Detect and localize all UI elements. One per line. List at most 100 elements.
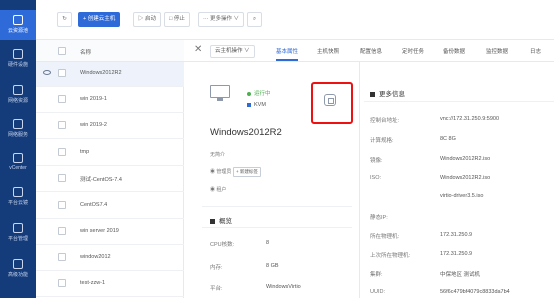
- list-item[interactable]: Windows2012R2: [36, 62, 184, 87]
- divider: [364, 101, 554, 102]
- search-icon: ⌕: [252, 16, 257, 22]
- refresh-button[interactable]: ↻: [57, 12, 72, 27]
- nav-item-platform-images[interactable]: 平台云镜: [0, 182, 36, 212]
- add-tag-button[interactable]: + 新建标签: [233, 167, 261, 177]
- tab-basic-properties[interactable]: 基本属性: [276, 47, 299, 61]
- info-value: 8C 8G: [440, 136, 456, 142]
- nav-item-network-resources[interactable]: 网络资源: [0, 80, 36, 110]
- nav-item-platform-management[interactable]: 平台管理: [0, 218, 36, 248]
- info-key: 镜像:: [370, 158, 383, 164]
- description-label: 无简介: [210, 152, 226, 158]
- detail-tabs: ✕ 云主机操作 ∨ 基本属性 主机快照 配置信息 定时任务 备份数据 监控数据 …: [184, 40, 554, 62]
- list-item[interactable]: win 2019-2: [36, 114, 184, 139]
- vm-operations-dropdown[interactable]: 云主机操作 ∨: [210, 45, 255, 58]
- section-icon: [210, 218, 215, 224]
- info-value: vnc://172.31.250.9:5900: [440, 116, 500, 122]
- row-checkbox[interactable]: [58, 95, 66, 103]
- left-nav: 云资源池 硬件设施 网络资源 网络服务 vCenter 平台云镜 平台管理 高级…: [0, 0, 36, 298]
- divider: [202, 227, 352, 228]
- kvm-icon: [247, 102, 251, 107]
- network-icon: [13, 85, 23, 95]
- monitor-icon: [210, 85, 230, 101]
- info-key: 控制台地址:: [370, 118, 400, 124]
- row-checkbox[interactable]: [58, 227, 66, 235]
- vm-name-title: Windows2012R2: [210, 127, 282, 138]
- info-value[interactable]: 172.31.250.9: [440, 251, 472, 257]
- info-value: Windows2012R2.iso: [440, 156, 491, 162]
- platform-label: 平台:: [210, 286, 223, 292]
- search-button[interactable]: ⌕: [247, 12, 262, 27]
- divider: [202, 206, 352, 207]
- service-icon: [13, 119, 23, 129]
- info-value: Windows2012R2.iso: [440, 175, 491, 181]
- row-checkbox[interactable]: [58, 69, 66, 77]
- close-icon[interactable]: ✕: [194, 44, 202, 55]
- tab-backup-data[interactable]: 备份数据: [443, 47, 465, 55]
- info-key: 集群:: [370, 272, 383, 278]
- row-checkbox[interactable]: [58, 253, 66, 261]
- section-icon: [370, 91, 375, 97]
- tab-configuration[interactable]: 配置信息: [360, 47, 382, 55]
- toolbar: ↻ + 创建云主机 ▷ 启动 □ 停止 ··· 更多操作 ∨ ⌕: [36, 0, 554, 40]
- list-item[interactable]: 测试-CentOS-7.4: [36, 167, 184, 192]
- nav-item-vcenter[interactable]: vCenter: [0, 148, 36, 178]
- info-value[interactable]: 中保地区 测试机: [440, 270, 480, 278]
- info-key: 计算规格:: [370, 138, 394, 144]
- info-key: UUID:: [370, 289, 385, 295]
- settings-icon: [13, 223, 23, 233]
- memory-value: 8 GB: [266, 263, 279, 269]
- info-key: 所在物理机:: [370, 234, 400, 240]
- list-item[interactable]: win server 2019: [36, 220, 184, 245]
- list-item[interactable]: window2012: [36, 246, 184, 271]
- tab-snapshots[interactable]: 主机快照: [317, 47, 339, 55]
- nav-item-advanced[interactable]: 高级功能: [0, 254, 36, 284]
- info-value[interactable]: 172.31.250.9: [440, 232, 472, 238]
- eye-icon[interactable]: [43, 70, 51, 75]
- refresh-icon: ↻: [62, 16, 67, 22]
- column-header-name: 名称: [80, 50, 92, 56]
- row-checkbox[interactable]: [58, 279, 66, 287]
- start-button[interactable]: ▷ 启动: [133, 12, 162, 27]
- create-vm-button[interactable]: + 创建云主机: [78, 12, 121, 27]
- row-checkbox[interactable]: [58, 148, 66, 156]
- vm-list: 名称 Windows2012R2 win 2019-1 win 2019-2 t…: [36, 40, 184, 298]
- nav-item-hardware[interactable]: 硬件设施: [0, 44, 36, 74]
- column-divider: [359, 62, 360, 298]
- platform-value: WindowsVirtio: [266, 284, 301, 290]
- list-header: 名称: [36, 40, 184, 62]
- status-running: 运行中: [247, 89, 271, 97]
- row-checkbox[interactable]: [58, 174, 66, 182]
- more-actions-button[interactable]: ··· 更多操作 ∨: [198, 12, 245, 27]
- list-item[interactable]: tmp: [36, 141, 184, 166]
- info-value: virtio-driver3.5.iso: [440, 193, 484, 199]
- list-item[interactable]: test-zzw-1: [36, 272, 184, 297]
- info-key: 静态IP:: [370, 215, 388, 221]
- console-icon[interactable]: [324, 94, 336, 106]
- info-key: 上次所在物理机:: [370, 253, 411, 259]
- info-value: 56f6c479bf4079c8833da7b4: [440, 289, 510, 295]
- tenant-label: ◉ 租户: [210, 187, 227, 193]
- hypervisor-label: KVM: [247, 102, 266, 108]
- nav-item-cloud-pool[interactable]: 云资源池: [0, 10, 36, 40]
- admin-label: ◉ 管理员: [210, 169, 232, 175]
- advanced-icon: [13, 259, 23, 269]
- tab-scheduled-tasks[interactable]: 定时任务: [402, 47, 424, 55]
- stop-button[interactable]: □ 停止: [164, 12, 190, 27]
- row-checkbox[interactable]: [58, 121, 66, 129]
- vcenter-icon: [13, 153, 23, 163]
- status-dot-icon: [247, 91, 251, 96]
- nav-item-network-services[interactable]: 网络服务: [0, 114, 36, 144]
- detail-panel: ✕ 云主机操作 ∨ 基本属性 主机快照 配置信息 定时任务 备份数据 监控数据 …: [184, 40, 554, 298]
- select-all-checkbox[interactable]: [58, 47, 66, 55]
- list-item[interactable]: win 2019-1: [36, 88, 184, 113]
- more-info-heading: 更多信息: [370, 88, 405, 98]
- server-icon: [13, 49, 23, 59]
- tab-monitoring-data[interactable]: 监控数据: [486, 47, 508, 55]
- list-item[interactable]: CentOS7.4: [36, 194, 184, 219]
- image-icon: [13, 187, 23, 197]
- cpu-value: 8: [266, 240, 270, 246]
- row-checkbox[interactable]: [58, 201, 66, 209]
- cpu-label: CPU核数:: [210, 242, 235, 248]
- tab-logs[interactable]: 日志: [530, 47, 541, 55]
- cloud-icon: [13, 15, 23, 25]
